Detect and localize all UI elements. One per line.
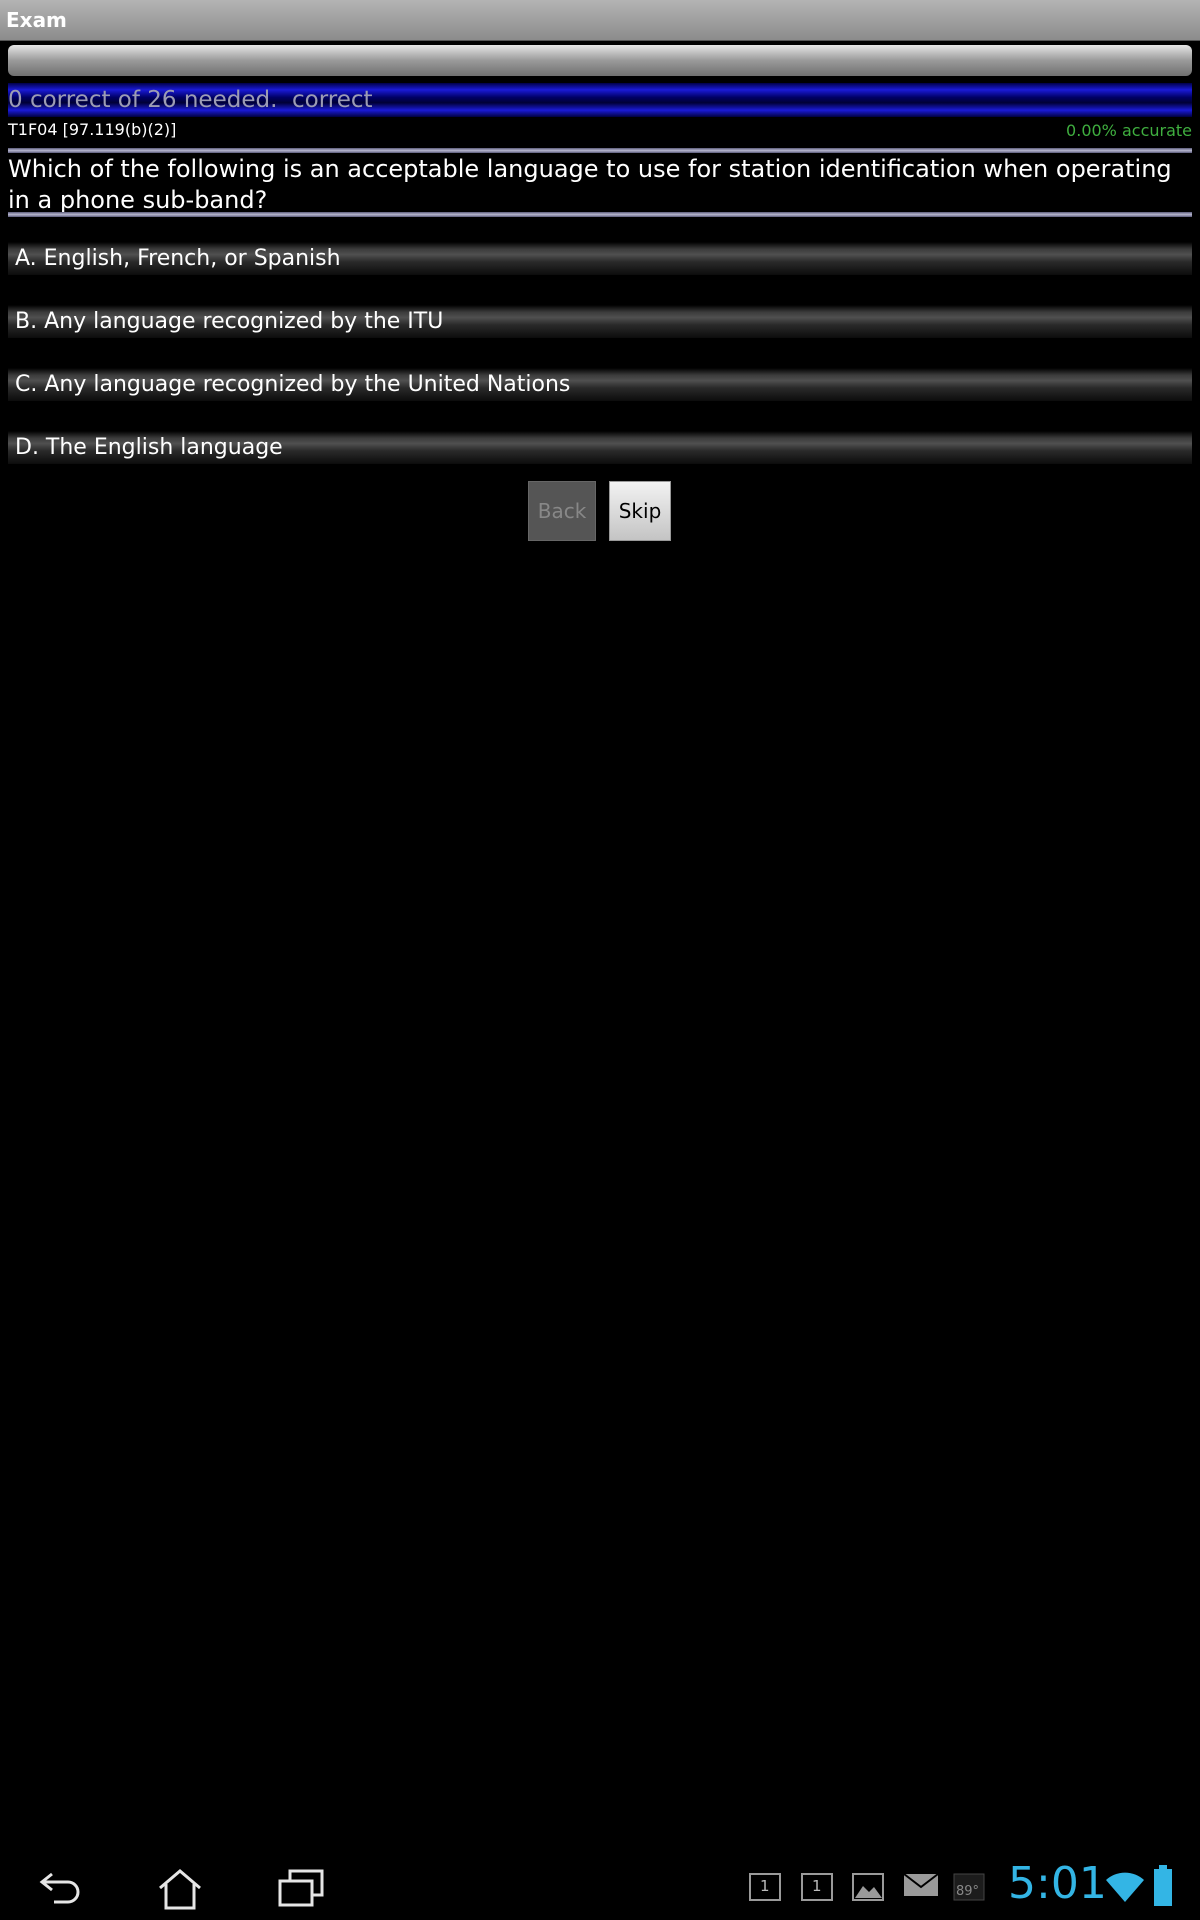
mail-icon[interactable] [903, 1872, 939, 1902]
answer-option-a[interactable]: A. English, French, or Spanish [8, 242, 1192, 275]
title-bar: Exam [0, 0, 1200, 41]
notification-icon[interactable]: 1 [800, 1872, 834, 1906]
notification-icon[interactable]: 1 [748, 1872, 782, 1906]
question-id: T1F04 [97.119(b)(2)] [8, 120, 177, 139]
system-navigation-bar: 1 1 89° 5:01 [0, 1856, 1200, 1920]
answer-option-label: B. Any language recognized by the ITU [15, 309, 444, 334]
question-divider-top [8, 148, 1192, 153]
accuracy-readout: 0.00% accurate [1066, 121, 1192, 140]
question-divider-bottom [8, 212, 1192, 217]
window-title: Exam [6, 8, 67, 32]
score-banner: 0 correct of 26 needed. correct [8, 83, 1192, 117]
status-clock[interactable]: 5:01 [1008, 1858, 1107, 1909]
gallery-icon[interactable] [851, 1872, 885, 1906]
answer-option-label: A. English, French, or Spanish [15, 246, 341, 271]
answer-option-label: C. Any language recognized by the United… [15, 372, 571, 397]
answer-option-b[interactable]: B. Any language recognized by the ITU [8, 305, 1192, 338]
battery-icon[interactable] [1152, 1864, 1174, 1912]
wifi-icon[interactable] [1104, 1870, 1146, 1908]
back-button[interactable]: Back [528, 481, 596, 541]
recent-apps-icon[interactable] [276, 1868, 326, 1912]
temperature-readout: 89° [956, 1884, 980, 1899]
notification-count: 1 [812, 1877, 822, 1895]
back-icon[interactable] [38, 1868, 86, 1912]
score-text: 0 correct of 26 needed. correct [8, 87, 373, 113]
answer-option-d[interactable]: D. The English language [8, 431, 1192, 464]
answer-option-label: D. The English language [15, 435, 283, 460]
skip-button[interactable]: Skip [609, 481, 671, 541]
exam-progress-bar [8, 45, 1192, 76]
home-icon[interactable] [156, 1868, 204, 1914]
answer-option-c[interactable]: C. Any language recognized by the United… [8, 368, 1192, 401]
question-text: Which of the following is an acceptable … [8, 155, 1172, 214]
notification-count: 1 [760, 1877, 770, 1895]
